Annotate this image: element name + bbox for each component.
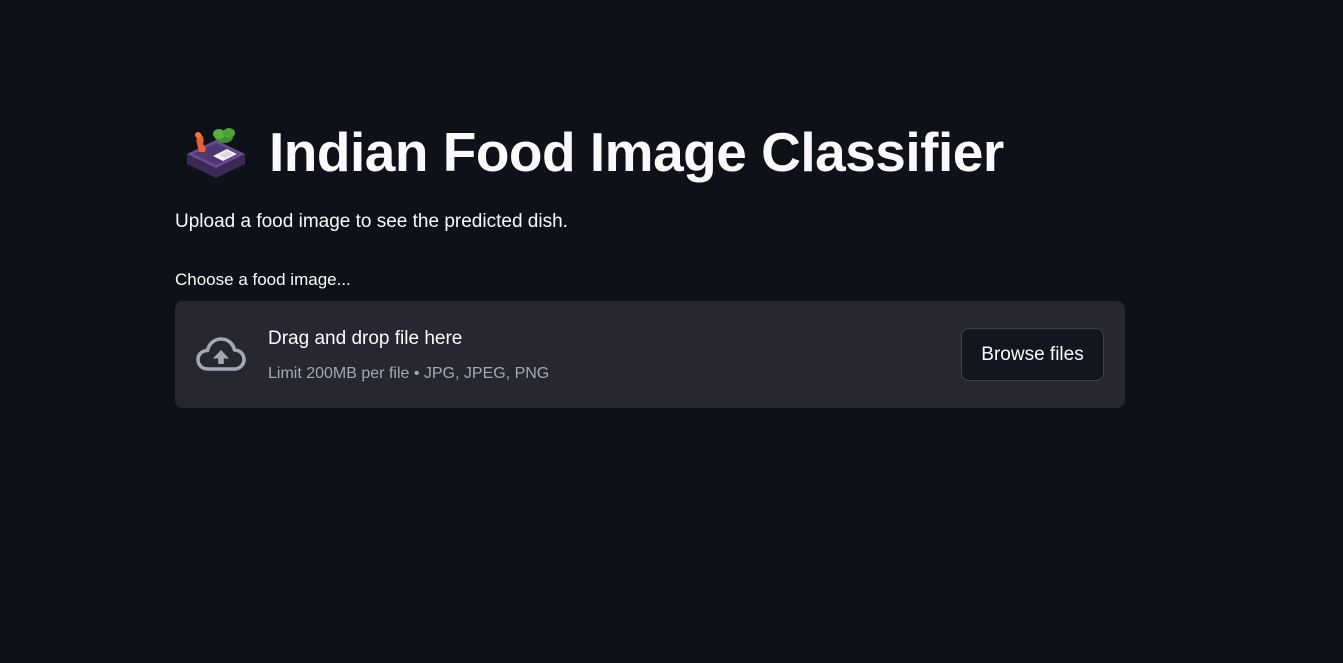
page-subtitle: Upload a food image to see the predicted… — [175, 211, 568, 232]
page-title: Indian Food Image Classifier — [269, 121, 1004, 183]
bento-box-emoji-icon — [187, 128, 245, 178]
browse-files-button[interactable]: Browse files — [961, 328, 1104, 381]
dropzone-limits: Limit 200MB per file • JPG, JPEG, PNG — [268, 365, 550, 382]
file-dropzone[interactable]: Drag and drop file here Limit 200MB per … — [175, 301, 1125, 408]
dropzone-instructions: Drag and drop file here — [268, 328, 463, 349]
cloud-upload-icon — [196, 337, 246, 371]
title-row: Indian Food Image Classifier — [183, 118, 1004, 186]
uploader-label: Choose a food image... — [175, 270, 351, 289]
app-root: Indian Food Image Classifier Upload a fo… — [0, 0, 1343, 663]
